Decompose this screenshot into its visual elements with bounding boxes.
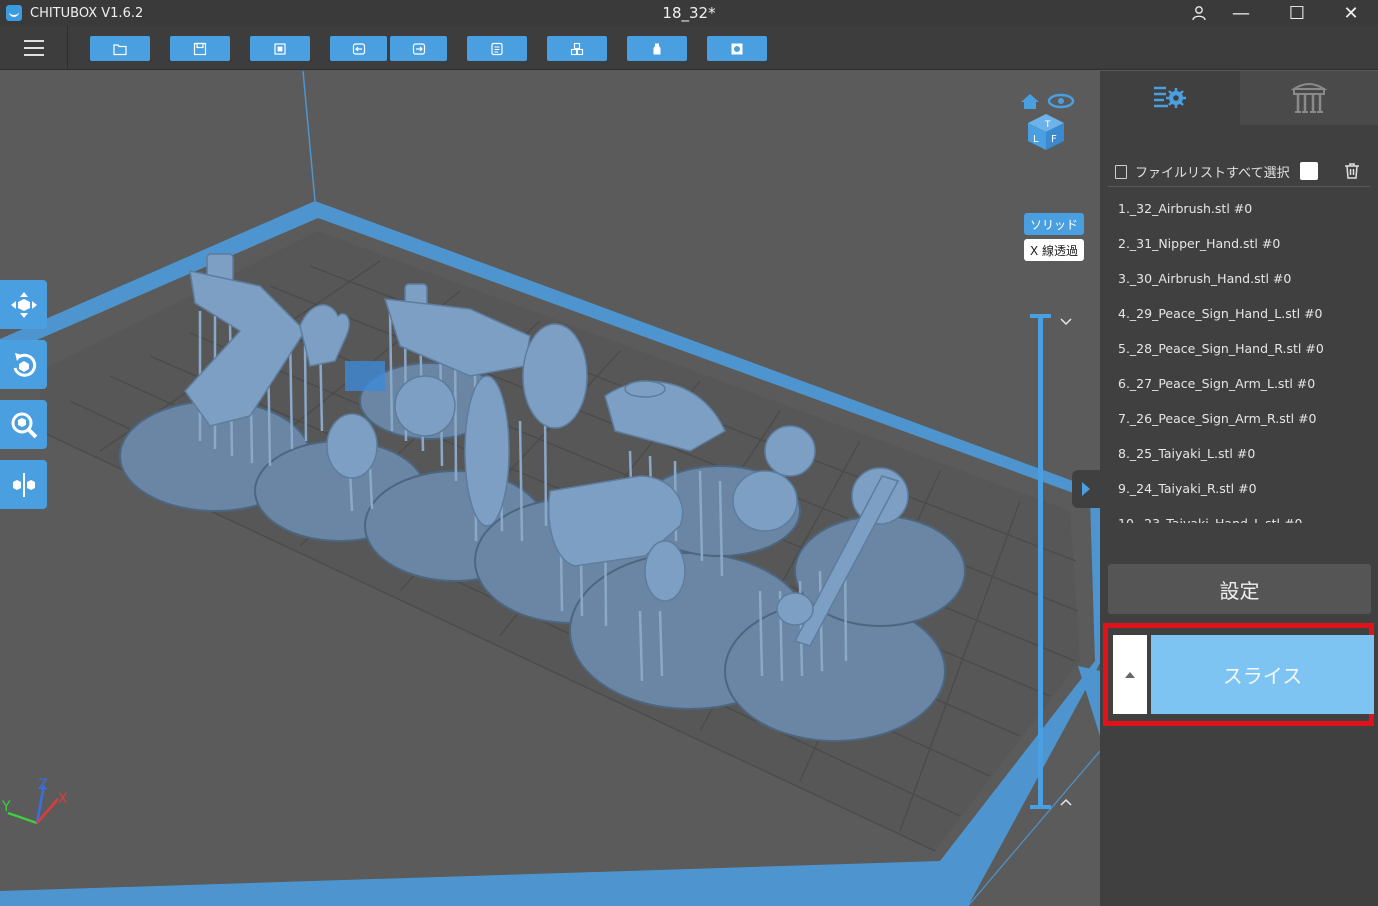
svg-text:F: F bbox=[1051, 134, 1057, 145]
toolbar bbox=[0, 26, 1378, 70]
arrange-icon bbox=[570, 42, 584, 55]
file-list-item[interactable]: 10._23_Taiyaki_Hand_L.stl #0 bbox=[1108, 506, 1370, 523]
file-list-item[interactable]: 7._26_Peace_Sign_Arm_R.stl #0 bbox=[1108, 401, 1370, 436]
scale-icon bbox=[11, 412, 37, 438]
settings-button[interactable]: 設定 bbox=[1108, 564, 1371, 614]
file-list-item[interactable]: 8._25_Taiyaki_L.stl #0 bbox=[1108, 436, 1370, 471]
file-list-item[interactable]: 1._32_Airbrush.stl #0 bbox=[1108, 191, 1370, 226]
layer-slider[interactable] bbox=[1038, 316, 1043, 808]
move-icon bbox=[10, 291, 37, 318]
rotate-tool-button[interactable] bbox=[0, 340, 47, 389]
title-bar: CHITUBOX V1.6.2 18_32* — ☐ ✕ bbox=[0, 0, 1378, 26]
close-button[interactable]: ✕ bbox=[1326, 0, 1376, 26]
redo-button[interactable] bbox=[390, 36, 447, 61]
chevron-up-icon[interactable] bbox=[1059, 797, 1073, 807]
project-button[interactable] bbox=[467, 36, 527, 61]
file-list-header: ファイルリストすべて選択 bbox=[1108, 157, 1370, 187]
view-cube-icon[interactable]: T L F bbox=[1018, 92, 1076, 152]
document-icon bbox=[1115, 164, 1127, 179]
file-list-item[interactable]: 4._29_Peace_Sign_Hand_L.stl #0 bbox=[1108, 296, 1370, 331]
print-settings-icon bbox=[1154, 86, 1186, 108]
xray-view-button[interactable]: X 線透過 bbox=[1024, 239, 1084, 261]
redo-icon bbox=[412, 42, 425, 55]
slice-options-dropdown[interactable] bbox=[1113, 635, 1147, 714]
slice-highlight-frame: スライス bbox=[1103, 623, 1374, 726]
select-all-label: ファイルリストすべて選択 bbox=[1135, 166, 1290, 181]
app-title: CHITUBOX V1.6.2 bbox=[30, 5, 144, 21]
triangle-up-icon bbox=[1125, 671, 1135, 678]
scale-tool-button[interactable] bbox=[0, 400, 47, 449]
open-file-icon bbox=[113, 43, 127, 55]
undo-icon bbox=[352, 42, 365, 55]
3d-viewport[interactable]: T L F ソリッド X 線透過 Y Z X bbox=[0, 71, 1100, 906]
mirror-tool-button[interactable] bbox=[0, 460, 47, 509]
file-list: 1._32_Airbrush.stl #0 2._31_Nipper_Hand.… bbox=[1108, 191, 1370, 523]
triangle-right-icon bbox=[1082, 482, 1090, 496]
minimize-button[interactable]: — bbox=[1216, 0, 1266, 26]
slice-button[interactable]: スライス bbox=[1151, 635, 1374, 714]
chevron-down-icon[interactable] bbox=[1059, 317, 1073, 327]
support-icon bbox=[1291, 83, 1327, 113]
layer-slider-top-handle[interactable] bbox=[1030, 314, 1051, 318]
rotate-icon bbox=[13, 352, 36, 377]
open-file-button[interactable] bbox=[90, 36, 150, 61]
undo-button[interactable] bbox=[330, 36, 387, 61]
hollow-icon bbox=[653, 43, 661, 54]
arrange-button[interactable] bbox=[547, 36, 607, 61]
solid-view-button[interactable]: ソリッド bbox=[1024, 213, 1084, 235]
svg-text:T: T bbox=[1044, 120, 1051, 130]
screenshot-icon bbox=[274, 42, 286, 55]
hollow-button[interactable] bbox=[627, 36, 687, 61]
project-icon bbox=[491, 42, 503, 55]
document-title: 18_32* bbox=[662, 4, 716, 22]
axis-indicator: Y Z X bbox=[1, 777, 68, 825]
select-all-checkbox[interactable] bbox=[1300, 162, 1318, 180]
file-list-item[interactable]: 9._24_Taiyaki_R.stl #0 bbox=[1108, 471, 1370, 506]
file-list-item[interactable]: 6._27_Peace_Sign_Arm_L.stl #0 bbox=[1108, 366, 1370, 401]
tab-support[interactable] bbox=[1240, 71, 1378, 125]
trash-icon[interactable] bbox=[1342, 161, 1362, 181]
svg-text:Y: Y bbox=[1, 799, 11, 815]
save-button[interactable] bbox=[170, 36, 230, 61]
svg-text:L: L bbox=[1033, 134, 1039, 145]
app-logo-icon bbox=[6, 5, 22, 21]
file-list-item[interactable]: 3._30_Airbrush_Hand.stl #0 bbox=[1108, 261, 1370, 296]
screenshot-button[interactable] bbox=[250, 36, 310, 61]
layer-slider-bottom-handle[interactable] bbox=[1030, 805, 1051, 809]
dig-hole-icon bbox=[731, 43, 743, 54]
file-list-item[interactable]: 5._28_Peace_Sign_Hand_R.stl #0 bbox=[1108, 331, 1370, 366]
hamburger-menu-icon[interactable] bbox=[0, 26, 68, 70]
svg-text:Z: Z bbox=[38, 777, 48, 793]
right-panel: ファイルリストすべて選択 1._32_Airbrush.stl #0 2._31… bbox=[1100, 71, 1378, 906]
collapse-panel-button[interactable] bbox=[1072, 470, 1100, 508]
build-plate-scene[interactable] bbox=[0, 71, 1100, 906]
save-icon bbox=[193, 42, 207, 55]
move-tool-button[interactable] bbox=[0, 280, 47, 329]
svg-text:X: X bbox=[58, 791, 68, 807]
mirror-icon bbox=[12, 472, 35, 497]
maximize-button[interactable]: ☐ bbox=[1272, 0, 1322, 26]
tab-print-settings[interactable] bbox=[1100, 71, 1240, 125]
file-list-item[interactable]: 2._31_Nipper_Hand.stl #0 bbox=[1108, 226, 1370, 261]
dig-hole-button[interactable] bbox=[707, 36, 767, 61]
